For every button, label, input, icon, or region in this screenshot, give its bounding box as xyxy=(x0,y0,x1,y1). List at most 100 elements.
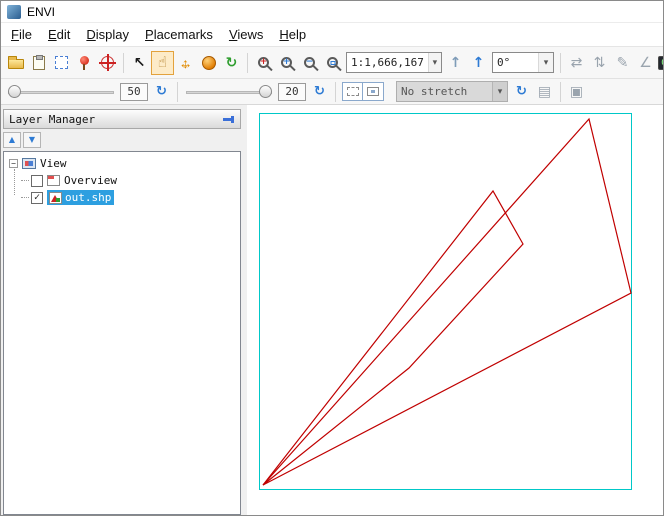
tree-row-view[interactable]: − View xyxy=(7,155,240,172)
pencil-icon: ✎ xyxy=(617,56,629,70)
toolbar-separator xyxy=(335,82,336,102)
mensuration-button[interactable]: ∠ xyxy=(634,51,657,75)
menu-views[interactable]: Views xyxy=(221,25,271,44)
outshp-checkbox[interactable]: ✓ xyxy=(31,192,43,204)
menubar: File Edit Display Placemarks Views Help xyxy=(1,23,663,47)
refresh-transparency-button[interactable]: ↻ xyxy=(150,80,173,104)
layer-order-buttons: ▲ ▼ xyxy=(3,129,247,151)
slider-knob[interactable] xyxy=(259,85,272,98)
vector-display xyxy=(247,105,663,515)
angle-icon: ∠ xyxy=(639,56,652,70)
cursor-value-button[interactable]: 008 xyxy=(657,51,664,75)
slider-knob[interactable] xyxy=(8,85,21,98)
down-arrow-icon: ▼ xyxy=(29,136,35,144)
layer-manager-title: Layer Manager xyxy=(9,113,95,126)
zoom-out-button[interactable]: − xyxy=(298,51,321,75)
zoom-out-icon: − xyxy=(304,57,315,68)
rotation-combo[interactable]: 0° ▾ xyxy=(492,52,554,73)
layer-manager-header[interactable]: Layer Manager xyxy=(3,109,241,129)
overview-checkbox[interactable] xyxy=(31,175,43,187)
titlebar: ENVI xyxy=(1,1,663,23)
menu-display[interactable]: Display xyxy=(78,25,137,44)
corner-box-tool-button[interactable] xyxy=(363,82,384,101)
link-views-icon: ⇄ xyxy=(571,56,583,70)
link-views-button[interactable]: ⇄ xyxy=(565,51,588,75)
overview-label: Overview xyxy=(64,174,117,187)
hand-icon: ☝ xyxy=(158,55,167,70)
stretch-on-view-button[interactable]: ▣ xyxy=(565,80,588,104)
placemark-button[interactable] xyxy=(73,51,96,75)
cursor-arrow-icon: ↖ xyxy=(134,56,146,70)
pan-vertical-glyph: ↕ xyxy=(182,56,189,70)
refresh-icon: ↻ xyxy=(314,85,325,98)
minus-glyph: − xyxy=(11,160,16,168)
brightness-slider[interactable] xyxy=(186,82,272,102)
shapefile-icon xyxy=(49,192,62,204)
image-view[interactable] xyxy=(247,105,663,515)
select-tool-button[interactable]: ↖ xyxy=(128,51,151,75)
rotate-tool-button[interactable]: ↻ xyxy=(220,51,243,75)
refresh-stretch-button[interactable]: ↻ xyxy=(510,80,533,104)
zoom-ratio-value: 1:1,666,167 xyxy=(347,57,428,68)
dock-pin-icon[interactable] xyxy=(222,113,235,125)
overview-layer-icon xyxy=(47,175,60,186)
transparency-slider[interactable] xyxy=(8,82,114,102)
zoom-box-icon xyxy=(327,57,338,68)
pan-tool-button[interactable]: ☝ xyxy=(151,51,174,75)
zoom-in-fixed-button[interactable]: + xyxy=(275,51,298,75)
zoom-ratio-combo[interactable]: 1:1,666,167 ▾ xyxy=(346,52,442,73)
tree-row-outshp[interactable]: ✓ out.shp xyxy=(21,189,240,206)
zoom-box-button[interactable] xyxy=(321,51,344,75)
histogram-icon: ▤ xyxy=(538,85,551,99)
zoom-in-button[interactable]: + xyxy=(252,51,275,75)
dropdown-arrow-icon[interactable]: ▾ xyxy=(538,53,553,72)
open-file-button[interactable] xyxy=(4,51,27,75)
layer-manager-panel: Layer Manager ▲ ▼ − View Overview xyxy=(1,105,247,515)
stretch-view-icon: ▣ xyxy=(570,85,583,99)
refresh-brightness-button[interactable]: ↻ xyxy=(308,80,331,104)
layer-up-button[interactable]: ▲ xyxy=(3,132,21,148)
zoom-in-fixed-icon: + xyxy=(281,57,292,68)
orbit-tool-button[interactable] xyxy=(197,51,220,75)
globe-icon xyxy=(202,56,216,70)
toolbar-separator xyxy=(123,53,124,73)
placemark-pin-icon xyxy=(80,56,89,65)
window-title: ENVI xyxy=(27,5,55,19)
refresh-icon: ↻ xyxy=(156,85,167,98)
zoom-box-style-group xyxy=(342,82,384,101)
menu-edit[interactable]: Edit xyxy=(40,25,78,44)
collapse-toggle-icon[interactable]: − xyxy=(9,159,18,168)
main-toolbar: ↖ ☝ ↔↕ ↻ + + − 1:1,666,167 ▾ ↑ ↑ 0° ▾ ⇄ … xyxy=(1,47,663,79)
crosshair-button[interactable] xyxy=(96,51,119,75)
rotation-value: 0° xyxy=(493,57,538,68)
crosshair-icon xyxy=(101,56,114,69)
fly-to-button[interactable]: ↑ xyxy=(467,51,490,75)
menu-placemarks[interactable]: Placemarks xyxy=(137,25,221,44)
stretch-combo[interactable]: No stretch ▾ xyxy=(396,81,508,102)
envi-logo-icon xyxy=(7,5,21,19)
slider-track xyxy=(8,91,114,94)
dropdown-arrow-icon[interactable]: ▾ xyxy=(428,53,441,72)
clipboard-icon xyxy=(33,56,45,70)
annotation-button[interactable]: ✎ xyxy=(611,51,634,75)
selected-layer-highlight[interactable]: out.shp xyxy=(47,190,114,205)
layer-down-button[interactable]: ▼ xyxy=(23,132,41,148)
menu-help[interactable]: Help xyxy=(271,25,314,44)
previous-view-button[interactable]: ↑ xyxy=(444,51,467,75)
dashed-box-icon xyxy=(347,87,359,96)
dropdown-arrow-icon[interactable]: ▾ xyxy=(492,82,507,101)
tree-row-overview[interactable]: Overview xyxy=(21,172,240,189)
chip-icon xyxy=(55,56,68,69)
envi-window: ENVI File Edit Display Placemarks Views … xyxy=(0,0,664,516)
flicker-button[interactable]: ⇅ xyxy=(588,51,611,75)
display-toolbar: ↻ ↻ No stretch ▾ ↻ ▤ ▣ xyxy=(1,79,663,105)
data-manager-button[interactable] xyxy=(27,51,50,75)
histogram-button[interactable]: ▤ xyxy=(533,80,556,104)
brightness-input[interactable] xyxy=(278,83,306,101)
pan-arrows-button[interactable]: ↔↕ xyxy=(174,51,197,75)
chip-view-button[interactable] xyxy=(50,51,73,75)
dashed-box-tool-button[interactable] xyxy=(342,82,363,101)
menu-file[interactable]: File xyxy=(3,25,40,44)
toolbar-separator xyxy=(177,82,178,102)
transparency-input[interactable] xyxy=(120,83,148,101)
